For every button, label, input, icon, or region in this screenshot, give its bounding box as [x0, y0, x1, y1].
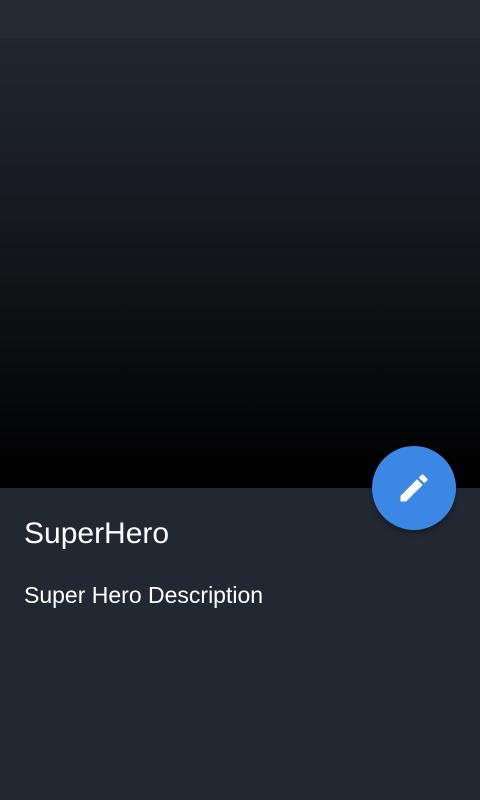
hero-name: SuperHero: [24, 517, 170, 550]
edit-button[interactable]: [372, 446, 456, 530]
hero-detail-screen: SuperHero Super Hero Description: [0, 0, 480, 800]
status-bar: [0, 0, 480, 38]
hero-image: [0, 38, 480, 488]
edit-pencil-icon: [400, 474, 428, 502]
hero-description: Super Hero Description: [24, 582, 264, 608]
